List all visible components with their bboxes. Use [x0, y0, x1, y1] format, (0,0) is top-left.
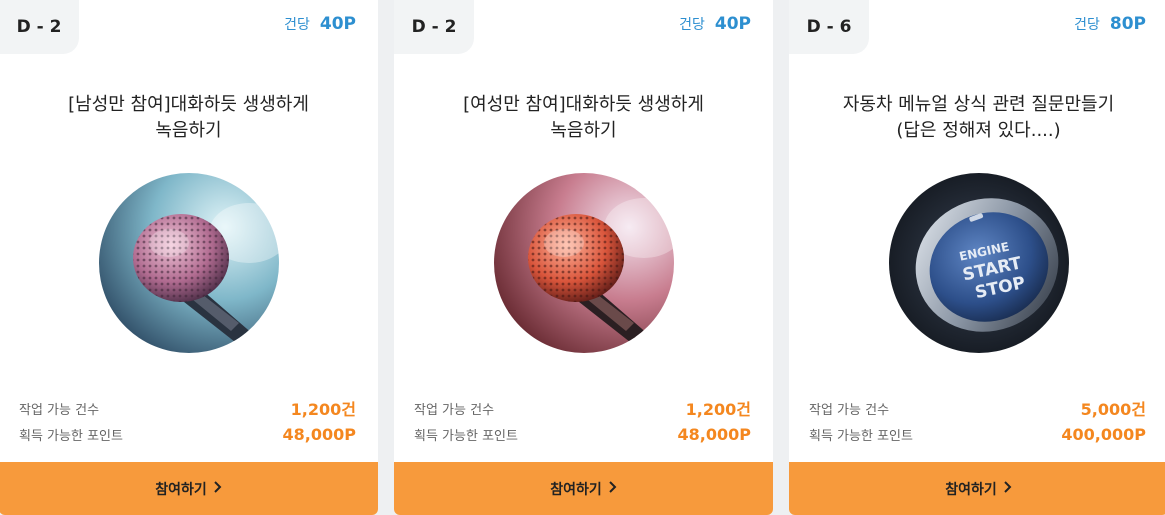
price-per-task: 건당 40P: [679, 14, 751, 34]
price-label: 건당: [1074, 17, 1100, 33]
join-button[interactable]: 참여하기: [394, 462, 773, 515]
points-row: 획득 가능한 포인트 48,000P: [414, 423, 751, 445]
price-value: 80P: [1109, 14, 1146, 34]
points-row: 획득 가능한 포인트 400,000P: [809, 423, 1146, 445]
join-button-label: 참여하기: [155, 481, 207, 498]
task-title-line2: 녹음하기: [155, 120, 222, 141]
available-count-row: 작업 가능 건수 5,000건: [809, 397, 1146, 419]
price-value: 40P: [319, 14, 356, 34]
join-button-label: 참여하기: [550, 481, 602, 498]
task-title: [여성만 참여]대화하듯 생생하게 녹음하기: [414, 92, 753, 144]
points-label: 획득 가능한 포인트: [414, 428, 518, 444]
task-card: D - 6 건당 80P 자동차 메뉴얼 상식 관련 질문만들기 (답은 정해져…: [789, 0, 1165, 515]
available-count-value: 5,000건: [1080, 400, 1146, 419]
join-button[interactable]: 참여하기: [789, 462, 1165, 515]
task-title-line2: (답은 정해져 있다....): [896, 120, 1061, 141]
chevron-right-icon: [1003, 480, 1012, 497]
microphone-image: [493, 173, 674, 353]
points-value: 48,000P: [677, 424, 751, 444]
dday-badge: D - 2: [0, 0, 79, 54]
chevron-right-icon: [608, 480, 617, 497]
points-label: 획득 가능한 포인트: [809, 428, 913, 444]
available-count-label: 작업 가능 건수: [809, 402, 890, 418]
dday-badge: D - 6: [789, 0, 869, 54]
price-label: 건당: [284, 17, 310, 33]
chevron-right-icon: [213, 480, 222, 497]
points-row: 획득 가능한 포인트 48,000P: [19, 423, 356, 445]
task-title-line1: [남성만 참여]대화하듯 생생하게: [68, 94, 309, 115]
price-value: 40P: [714, 14, 751, 34]
available-count-row: 작업 가능 건수 1,200건: [414, 397, 751, 419]
price-per-task: 건당 80P: [1074, 14, 1146, 34]
task-title-line1: [여성만 참여]대화하듯 생생하게: [463, 94, 704, 115]
task-title-line2: 녹음하기: [550, 120, 617, 141]
join-button[interactable]: 참여하기: [0, 462, 378, 515]
available-count-value: 1,200건: [685, 400, 751, 419]
task-title: [남성만 참여]대화하듯 생생하게 녹음하기: [19, 92, 358, 144]
available-count-row: 작업 가능 건수 1,200건: [19, 397, 356, 419]
task-card: D - 2 건당 40P [여성만 참여]대화하듯 생생하게 녹음하기 작업 가…: [394, 0, 773, 515]
available-count-value: 1,200건: [290, 400, 356, 419]
dday-badge: D - 2: [394, 0, 474, 54]
points-value: 48,000P: [282, 424, 356, 444]
available-count-label: 작업 가능 건수: [414, 402, 495, 418]
price-label: 건당: [679, 17, 705, 33]
price-per-task: 건당 40P: [284, 14, 356, 34]
points-value: 400,000P: [1061, 424, 1146, 444]
join-button-label: 참여하기: [945, 481, 997, 498]
available-count-label: 작업 가능 건수: [19, 402, 100, 418]
task-card: D - 2 건당 40P [남성만 참여]대화하듯 생생하게 녹음하기 작업 가…: [0, 0, 378, 515]
engine-start-button-image: ENGINE START STOP: [888, 173, 1069, 353]
microphone-image: [98, 173, 279, 353]
points-label: 획득 가능한 포인트: [19, 428, 123, 444]
task-title: 자동차 메뉴얼 상식 관련 질문만들기 (답은 정해져 있다....): [809, 92, 1148, 144]
task-title-line1: 자동차 메뉴얼 상식 관련 질문만들기: [842, 94, 1115, 115]
